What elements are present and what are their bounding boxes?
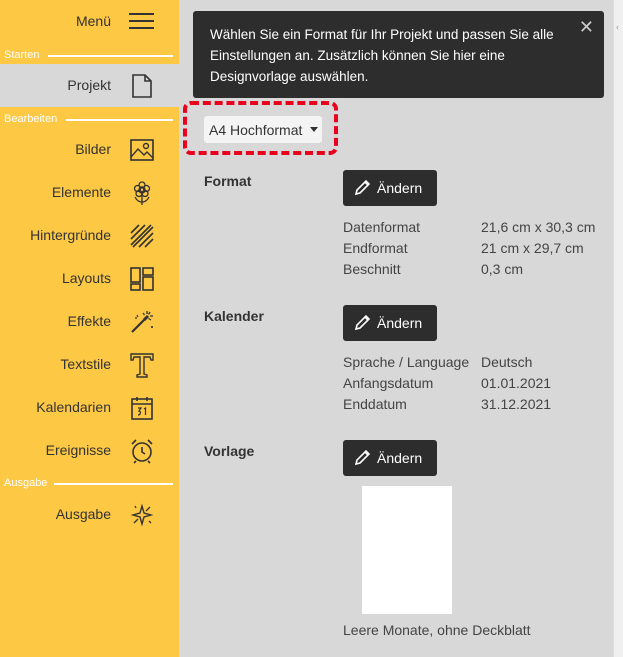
sidebar-item-textstile[interactable]: Textstile — [0, 343, 179, 386]
detail-key: Datenformat — [343, 219, 421, 235]
divider — [66, 119, 173, 121]
section-title-kalender: Kalender — [204, 308, 264, 324]
format-dropdown-value: A4 Hochformat — [209, 122, 303, 138]
sidebar-item-hintergruende[interactable]: Hintergründe — [0, 214, 179, 257]
detail-row: Sprache / Language Deutsch — [343, 354, 613, 374]
sidebar-item-label: Kalendarien — [36, 399, 111, 415]
sidebar-item-bilder[interactable]: Bilder — [0, 128, 179, 171]
button-label: Ändern — [377, 450, 423, 466]
sidebar-item-label: Layouts — [61, 270, 111, 286]
sidebar: Menü Starten Projekt Bearbeiten Bilder E… — [0, 0, 179, 657]
detail-row: Datenformat 21,6 cm x 30,3 cm — [343, 219, 613, 239]
divider — [48, 55, 173, 57]
section-label-ausgabe: Ausgabe — [4, 477, 48, 489]
sidebar-item-label: Effekte — [67, 313, 111, 329]
sidebar-item-elemente[interactable]: Elemente — [0, 171, 179, 214]
sidebar-item-effekte[interactable]: Effekte — [0, 300, 179, 343]
detail-row: Anfangsdatum 01.01.2021 — [343, 375, 613, 395]
document-icon — [129, 73, 155, 99]
divider — [54, 483, 173, 485]
sidebar-item-label: Elemente — [51, 184, 111, 200]
layout-grid-icon — [129, 266, 155, 292]
tooltip-text: Wählen Sie ein Format für Ihr Projekt un… — [210, 27, 554, 84]
vorlage-change-button[interactable]: Ändern — [343, 440, 437, 476]
menu-toggle[interactable]: Menü — [0, 0, 179, 44]
sidebar-item-label: Bilder — [75, 141, 111, 157]
sparkle-output-icon — [129, 502, 155, 528]
sidebar-item-layouts[interactable]: Layouts — [0, 257, 179, 300]
pencil-icon — [354, 179, 371, 196]
detail-value: 31.12.2021 — [481, 396, 552, 412]
sidebar-item-label: Textstile — [60, 356, 111, 372]
caret-down-icon — [310, 127, 318, 132]
pencil-icon — [354, 449, 371, 466]
detail-row: Enddatum 31.12.2021 — [343, 396, 613, 416]
detail-row: Beschnitt 0,3 cm — [343, 261, 613, 281]
detail-row: Endformat 21 cm x 29,7 cm — [343, 240, 613, 260]
format-change-button[interactable]: Ändern — [343, 170, 437, 206]
kalender-change-button[interactable]: Ändern — [343, 305, 437, 341]
sidebar-item-label: Ereignisse — [45, 442, 111, 458]
section-bearbeiten: Bearbeiten — [0, 112, 179, 126]
detail-key: Sprache / Language — [343, 354, 470, 370]
detail-key: Anfangsdatum — [343, 375, 434, 391]
detail-value: Deutsch — [481, 354, 533, 370]
hatch-pattern-icon — [129, 223, 155, 249]
sidebar-item-projekt[interactable]: Projekt — [0, 64, 179, 107]
format-dropdown[interactable]: A4 Hochformat — [204, 116, 322, 143]
button-label: Ändern — [377, 180, 423, 196]
sidebar-item-ausgabe[interactable]: Ausgabe — [0, 493, 179, 536]
section-title-vorlage: Vorlage — [204, 443, 255, 459]
help-tooltip: Wählen Sie ein Format für Ihr Projekt un… — [193, 11, 604, 98]
flower-icon — [129, 180, 155, 206]
detail-value: 01.01.2021 — [481, 375, 552, 391]
detail-value: 21 cm x 29,7 cm — [481, 240, 584, 256]
pencil-icon — [354, 314, 371, 331]
section-label-starten: Starten — [4, 49, 40, 61]
scrollbar[interactable]: ‹ — [613, 0, 623, 657]
template-thumbnail[interactable] — [362, 486, 452, 614]
detail-key: Endformat — [343, 240, 408, 256]
template-caption: Leere Monate, ohne Deckblatt — [343, 622, 531, 638]
sidebar-item-kalendarien[interactable]: Kalendarien — [0, 386, 179, 429]
calendar-icon — [129, 395, 155, 421]
alarm-clock-icon — [129, 438, 155, 464]
chevron-left-icon: ‹ — [616, 22, 619, 32]
sidebar-item-label: Hintergründe — [30, 227, 111, 243]
detail-key: Beschnitt — [343, 261, 401, 277]
button-label: Ändern — [377, 315, 423, 331]
detail-value: 21,6 cm x 30,3 cm — [481, 219, 596, 235]
close-icon[interactable]: ✕ — [579, 17, 594, 38]
section-starten: Starten — [0, 48, 179, 62]
sidebar-item-label: Projekt — [67, 77, 111, 93]
magic-wand-icon — [129, 309, 155, 335]
image-icon — [129, 137, 155, 163]
detail-key: Enddatum — [343, 396, 407, 412]
section-ausgabe: Ausgabe — [0, 476, 179, 490]
menu-label: Menü — [75, 13, 111, 29]
detail-value: 0,3 cm — [481, 261, 524, 277]
hamburger-icon[interactable] — [129, 11, 154, 31]
section-title-format: Format — [204, 173, 252, 189]
text-t-icon — [129, 352, 155, 378]
sidebar-item-label: Ausgabe — [55, 506, 111, 522]
sidebar-item-ereignisse[interactable]: Ereignisse — [0, 429, 179, 472]
section-label-bearbeiten: Bearbeiten — [4, 113, 58, 125]
